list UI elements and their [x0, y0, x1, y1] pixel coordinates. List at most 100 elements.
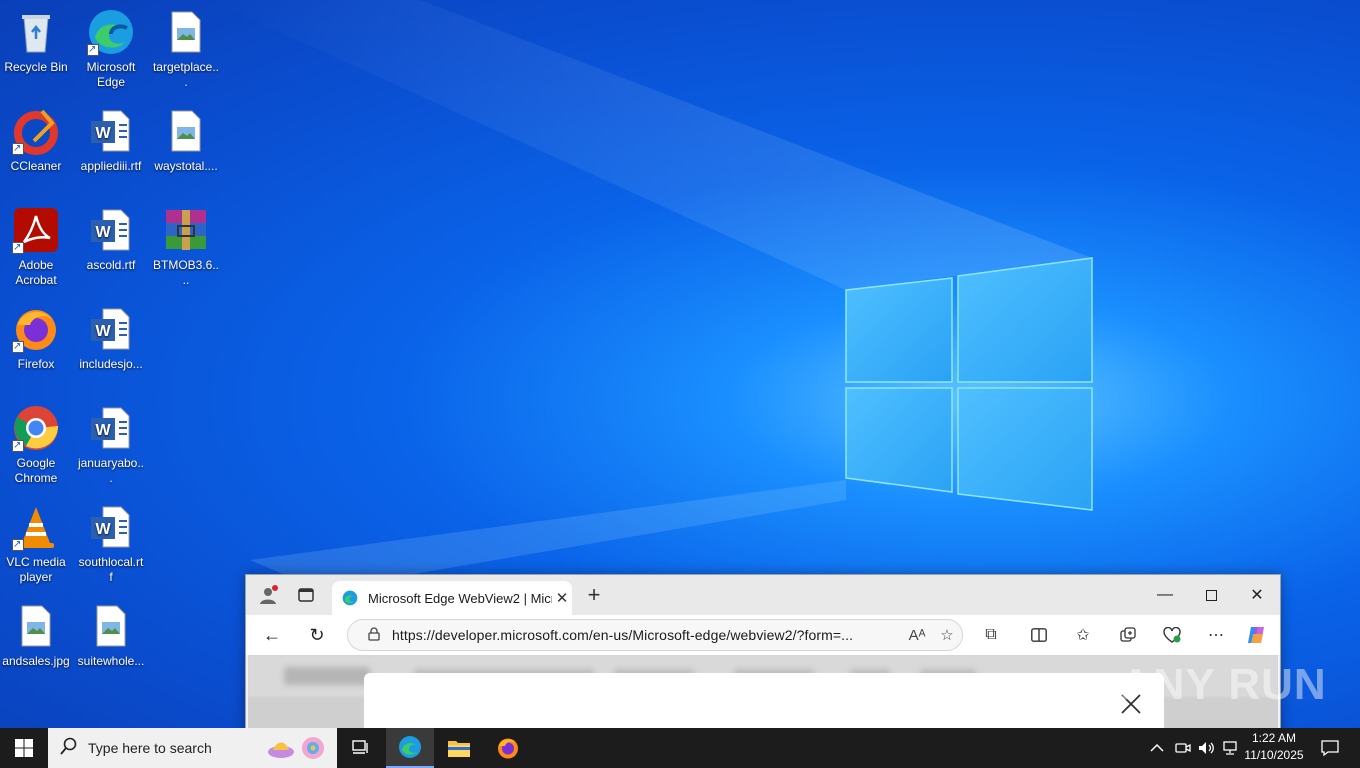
desktop-icon-includesjo[interactable]: W includesjo...: [75, 301, 147, 372]
recycle-bin-icon: [12, 8, 60, 56]
notification-icon: [1321, 740, 1339, 756]
volume-icon[interactable]: [1198, 728, 1216, 768]
firefox-icon: [498, 738, 518, 759]
desktop-icon-ccleaner[interactable]: CCleaner: [0, 103, 72, 174]
task-view-icon: [352, 740, 368, 754]
chevron-up-icon: [1150, 743, 1164, 752]
clock-time: 1:22 AM: [1251, 731, 1297, 745]
edge-icon: [399, 736, 421, 758]
svg-text:W: W: [95, 323, 111, 340]
show-hidden-icons-button[interactable]: [1150, 728, 1164, 768]
address-bar[interactable]: https://developer.microsoft.com/en-us/Mi…: [347, 619, 963, 651]
vlc-icon: [12, 503, 60, 552]
desktop-icon-label: Recycle Bin: [4, 60, 68, 74]
blurred-logo: [284, 667, 370, 685]
acrobat-icon: [12, 206, 60, 255]
favorite-star-icon[interactable]: ☆: [932, 626, 962, 644]
desktop-icon-waystotal[interactable]: waystotal....: [150, 103, 222, 174]
word-doc-icon: W: [87, 107, 135, 155]
word-doc-icon: W: [87, 206, 135, 254]
desktop-icon-label: appliediii.rtf: [80, 159, 142, 173]
image-file-icon: [162, 107, 210, 155]
favorites-icon[interactable]: ✩: [1071, 623, 1095, 647]
desktop-icon-label: andsales.jpg: [2, 654, 70, 668]
svg-text:W: W: [95, 521, 111, 538]
task-view-button[interactable]: [337, 728, 385, 768]
title-bar: Microsoft Edge WebView2 | Micro ✕ + — ✕: [246, 575, 1280, 615]
desktop-icon-vlc[interactable]: VLC media player: [0, 499, 72, 585]
tab-actions-icon[interactable]: [294, 583, 318, 607]
modal-dialog: [364, 673, 1164, 735]
desktop-icon-adobe-acrobat[interactable]: Adobe Acrobat: [0, 202, 72, 288]
word-doc-icon: W: [87, 404, 135, 452]
tab-webview2[interactable]: Microsoft Edge WebView2 | Micro ✕: [332, 581, 572, 615]
desktop-icon-label: targetplace...: [152, 60, 220, 89]
start-button[interactable]: [0, 728, 48, 768]
windows-logo-icon: [15, 739, 33, 757]
desktop-icon-label: BTMOB3.6....: [152, 258, 220, 287]
desktop-icon-label: CCleaner: [10, 159, 62, 173]
taskbar-file-explorer[interactable]: [435, 728, 483, 768]
desktop-icon-andsales[interactable]: andsales.jpg: [0, 598, 72, 669]
folder-icon: [448, 741, 470, 757]
desktop-icon-microsoft-edge[interactable]: Microsoft Edge: [75, 4, 147, 90]
anyrun-watermark: ANY RUN: [1120, 660, 1327, 709]
desktop-icon-label: ascold.rtf: [86, 258, 136, 272]
browser-essentials-icon[interactable]: [1160, 623, 1184, 647]
read-aloud-icon[interactable]: Aᴬ: [902, 627, 932, 644]
browser-toolbar: ← ↻ https://developer.microsoft.com/en-u…: [246, 615, 1280, 655]
lock-icon: [364, 626, 384, 644]
desktop-icon-recycle-bin[interactable]: Recycle Bin: [0, 4, 72, 75]
winrar-icon: [162, 206, 210, 254]
desktop-icon-label: januaryabo...: [77, 456, 145, 485]
image-file-icon: [12, 602, 60, 650]
more-options-icon[interactable]: ⋯: [1204, 623, 1228, 647]
desktop-icon-label: includesjo...: [79, 357, 143, 371]
maximize-button[interactable]: [1188, 575, 1234, 615]
firefox-icon: [12, 305, 60, 354]
desktop-icon-label: southlocal.rtf: [78, 555, 144, 584]
chrome-icon: [12, 404, 60, 453]
desktop-icon-targetplace[interactable]: targetplace...: [150, 4, 222, 90]
close-tab-icon[interactable]: ✕: [552, 589, 572, 607]
taskbar-search-box[interactable]: Type here to search: [48, 728, 337, 768]
desktop-icon-google-chrome[interactable]: Google Chrome: [0, 400, 72, 486]
meet-now-icon[interactable]: [1175, 728, 1191, 768]
desktop-icon-januaryabo[interactable]: W januaryabo...: [75, 400, 147, 486]
close-window-button[interactable]: ✕: [1234, 575, 1280, 615]
desktop-icon-btmob[interactable]: BTMOB3.6....: [150, 202, 222, 288]
taskbar-firefox[interactable]: [484, 728, 532, 768]
image-file-icon: [162, 8, 210, 56]
new-tab-button[interactable]: +: [582, 582, 606, 607]
edge-window: Microsoft Edge WebView2 | Micro ✕ + — ✕ …: [245, 574, 1281, 736]
desktop-icon-southlocal[interactable]: W southlocal.rtf: [75, 499, 147, 585]
taskbar-edge[interactable]: [386, 728, 434, 768]
desktop-icon-label: waystotal....: [154, 159, 218, 173]
desktop-icon-firefox[interactable]: Firefox: [0, 301, 72, 372]
profile-icon[interactable]: [256, 583, 280, 607]
desktop-icon-ascold[interactable]: W ascold.rtf: [75, 202, 147, 273]
back-button[interactable]: ←: [260, 623, 284, 647]
taskbar-clock[interactable]: 1:22 AM 11/10/2025: [1236, 730, 1312, 764]
desktop-icon-label: Microsoft Edge: [86, 60, 136, 89]
desktop-icon-label: VLC media player: [6, 555, 66, 584]
desktop-icon-appliediii[interactable]: W appliediii.rtf: [75, 103, 147, 174]
notifications-button[interactable]: [1316, 728, 1344, 768]
refresh-button[interactable]: ↻: [305, 623, 329, 647]
edge-icon: [87, 8, 135, 57]
search-icon: [60, 737, 80, 760]
collections-icon[interactable]: [1116, 623, 1140, 647]
svg-text:W: W: [95, 125, 111, 142]
ccleaner-icon: [12, 107, 60, 156]
desktop-icon-label: Firefox: [17, 357, 55, 371]
extensions-icon[interactable]: ⧉: [979, 623, 1003, 647]
image-file-icon: [87, 602, 135, 650]
minimize-button[interactable]: —: [1142, 575, 1188, 615]
split-screen-icon[interactable]: [1027, 623, 1051, 647]
edge-icon: [342, 590, 358, 606]
clock-date: 11/10/2025: [1244, 748, 1304, 762]
svg-text:W: W: [95, 422, 111, 439]
desktop-icon-label: suitewhole...: [77, 654, 145, 668]
copilot-icon[interactable]: [1244, 623, 1268, 647]
desktop-icon-suitewhole[interactable]: suitewhole...: [75, 598, 147, 669]
